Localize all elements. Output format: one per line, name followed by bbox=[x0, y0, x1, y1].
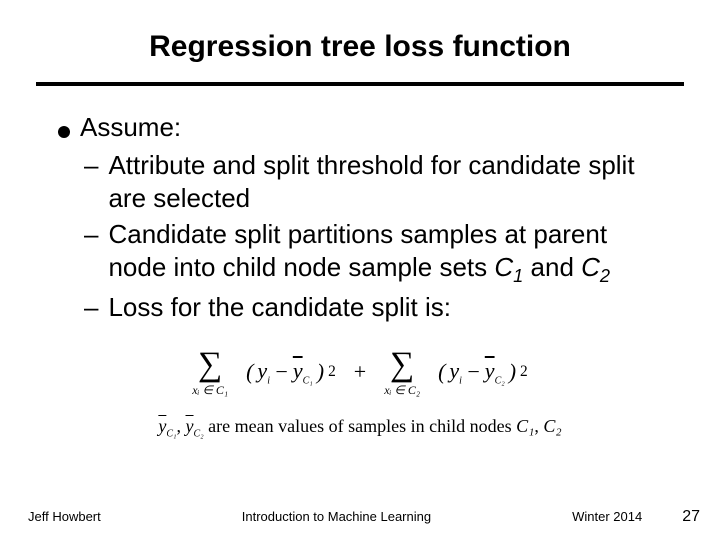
footer-term: Winter 2014 bbox=[572, 509, 642, 524]
slide: Regression tree loss function Assume: – … bbox=[0, 0, 720, 540]
bullet-disc-icon bbox=[58, 126, 70, 138]
footer-course: Introduction to Machine Learning bbox=[101, 509, 572, 524]
page-number: 27 bbox=[682, 508, 700, 526]
bullet-lead: Assume: bbox=[58, 112, 684, 143]
plus-icon: + bbox=[354, 359, 366, 385]
sigma-icon: ∑ bbox=[390, 348, 414, 382]
mean-note: yC₁, yC₂ are mean values of samples in c… bbox=[36, 416, 684, 440]
list-item: – Loss for the candidate split is: bbox=[84, 291, 644, 324]
dash-icon: – bbox=[84, 218, 98, 251]
footer-author: Jeff Howbert bbox=[28, 509, 101, 524]
item-text: Candidate split partitions samples at pa… bbox=[108, 218, 644, 287]
term1: ( yi − yC₁ )2 bbox=[246, 358, 336, 386]
dash-list: – Attribute and split threshold for cand… bbox=[84, 149, 644, 324]
item-text: Loss for the candidate split is: bbox=[108, 291, 644, 324]
dash-icon: – bbox=[84, 149, 98, 182]
lead-text: Assume: bbox=[80, 112, 181, 143]
sum2: ∑ xᵢ ∈ C₂ bbox=[384, 348, 420, 396]
sum1: ∑ xᵢ ∈ C₁ bbox=[192, 348, 228, 396]
sigma-icon: ∑ bbox=[198, 348, 222, 382]
list-item: – Attribute and split threshold for cand… bbox=[84, 149, 644, 214]
page-title: Regression tree loss function bbox=[36, 30, 684, 64]
footer: Jeff Howbert Introduction to Machine Lea… bbox=[0, 508, 720, 526]
list-item: – Candidate split partitions samples at … bbox=[84, 218, 644, 287]
title-rule bbox=[36, 82, 684, 86]
loss-formula: ∑ xᵢ ∈ C₁ ( yi − yC₁ )2 + ∑ xᵢ ∈ C₂ ( yi… bbox=[36, 348, 684, 396]
sum1-sub: xᵢ ∈ C₁ bbox=[192, 384, 228, 396]
dash-icon: – bbox=[84, 291, 98, 324]
item-text: Attribute and split threshold for candid… bbox=[108, 149, 644, 214]
term2: ( yi − yC₂ )2 bbox=[438, 358, 528, 386]
sum2-sub: xᵢ ∈ C₂ bbox=[384, 384, 420, 396]
body: Assume: – Attribute and split threshold … bbox=[36, 112, 684, 324]
